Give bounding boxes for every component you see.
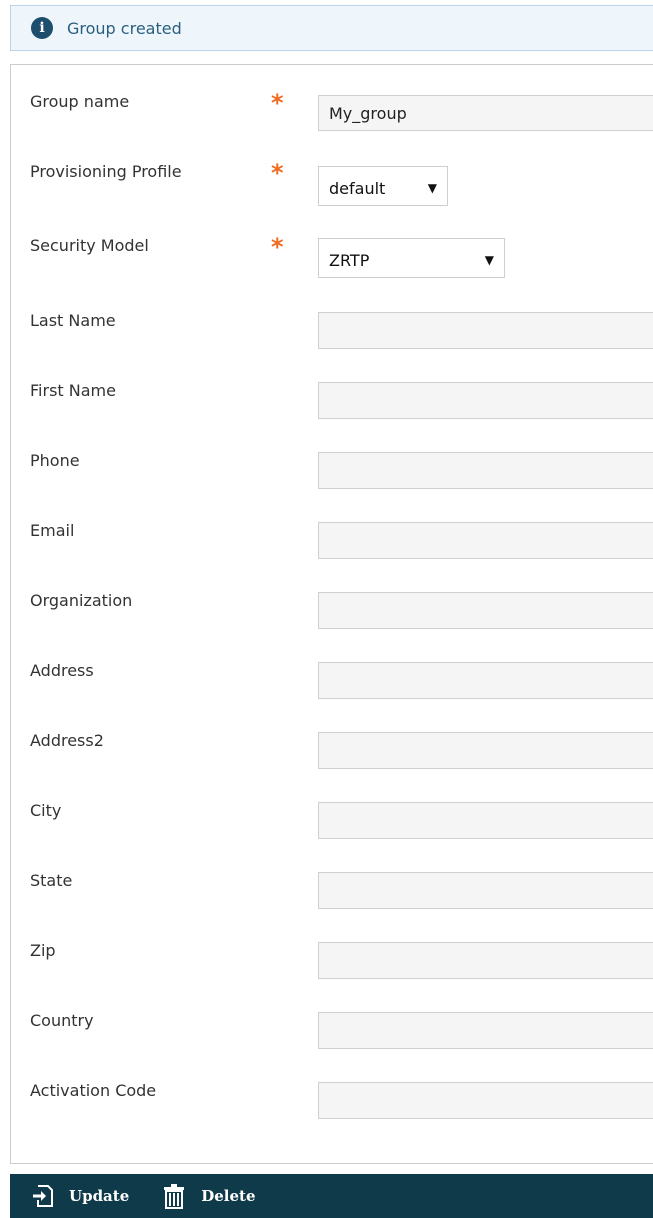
zip-input[interactable] <box>318 942 653 979</box>
required-indicator: * <box>271 159 284 187</box>
delete-label: Delete <box>201 1187 256 1205</box>
provisioning-profile-label: Provisioning Profile <box>30 162 182 181</box>
required-indicator: * <box>271 89 284 117</box>
first-name-label: First Name <box>30 381 116 400</box>
group-name-input[interactable] <box>318 95 653 131</box>
state-input[interactable] <box>318 872 653 909</box>
last-name-input[interactable] <box>318 312 653 349</box>
activation-code-input[interactable] <box>318 1082 653 1119</box>
update-button[interactable]: Update <box>31 1184 129 1208</box>
provisioning-profile-select[interactable]: default ▼ <box>318 166 448 206</box>
email-input[interactable] <box>318 522 653 559</box>
provisioning-profile-value: default <box>329 178 386 198</box>
zip-label: Zip <box>30 941 56 960</box>
city-input[interactable] <box>318 802 653 839</box>
last-name-label: Last Name <box>30 311 116 330</box>
organization-label: Organization <box>30 591 133 610</box>
required-indicator: * <box>271 233 284 261</box>
info-icon: i <box>31 17 53 39</box>
group-name-label: Group name <box>30 92 130 111</box>
chevron-down-icon: ▼ <box>484 253 494 267</box>
update-label: Update <box>69 1187 130 1205</box>
address-input[interactable] <box>318 662 653 699</box>
first-name-input[interactable] <box>318 382 653 419</box>
country-input[interactable] <box>318 1012 653 1049</box>
city-label: City <box>30 801 62 820</box>
email-label: Email <box>30 521 75 540</box>
phone-input[interactable] <box>318 452 653 489</box>
address2-label: Address2 <box>30 731 104 750</box>
trash-icon <box>163 1183 185 1209</box>
state-label: State <box>30 871 73 890</box>
organization-input[interactable] <box>318 592 653 629</box>
action-toolbar: Update Delete <box>10 1174 653 1218</box>
address-label: Address <box>30 661 94 680</box>
update-icon <box>31 1184 55 1208</box>
delete-button[interactable]: Delete <box>163 1183 256 1209</box>
notification-banner: i Group created <box>10 5 653 51</box>
country-label: Country <box>30 1011 94 1030</box>
security-model-label: Security Model <box>30 236 149 255</box>
notification-text: Group created <box>67 18 182 38</box>
activation-code-label: Activation Code <box>30 1081 157 1100</box>
address2-input[interactable] <box>318 732 653 769</box>
phone-label: Phone <box>30 451 80 470</box>
security-model-select[interactable]: ZRTP ▼ <box>318 238 505 278</box>
chevron-down-icon: ▼ <box>427 181 437 195</box>
security-model-value: ZRTP <box>329 250 370 270</box>
